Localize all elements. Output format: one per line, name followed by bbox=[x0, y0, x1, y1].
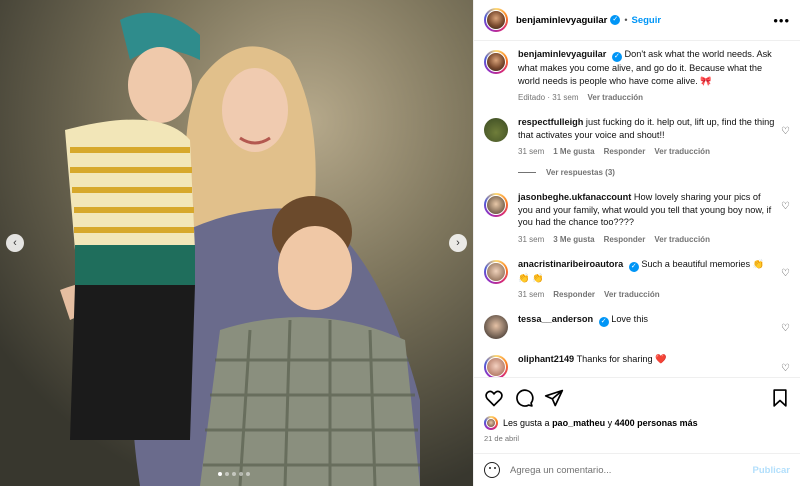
header-separator: • bbox=[624, 15, 628, 25]
comment-text: Thanks for sharing ❤️ bbox=[576, 354, 667, 364]
verified-icon: ✓ bbox=[598, 317, 609, 327]
photo-illustration bbox=[0, 0, 473, 486]
replies-line bbox=[518, 172, 536, 173]
carousel-dot bbox=[246, 472, 250, 476]
reply-button[interactable]: Responder bbox=[604, 147, 646, 156]
comment-item: respectfulleigh just fucking do it. help… bbox=[484, 116, 790, 156]
add-comment-bar: Publicar bbox=[474, 453, 800, 486]
likes-joiner: y bbox=[607, 418, 613, 428]
comment-item: jasonbeghe.ukfanaccount How lovely shari… bbox=[484, 191, 790, 244]
post-side-panel: benjaminlevyaguilar ✓ • Seguir ••• benja… bbox=[473, 0, 800, 486]
caption-text: benjaminlevyaguilar ✓ Don't ask what the… bbox=[518, 48, 776, 87]
comment-heart-icon[interactable]: ♡ bbox=[781, 323, 790, 334]
liker-avatar[interactable] bbox=[484, 416, 498, 430]
caption-username[interactable]: benjaminlevyaguilar bbox=[518, 49, 606, 59]
carousel-dot bbox=[239, 472, 243, 476]
translate-link[interactable]: Ver traducción bbox=[654, 235, 710, 244]
post-date: 21 de abril bbox=[484, 434, 520, 443]
comment-item: tessa__anderson ✓ Love this ♡ bbox=[484, 313, 790, 339]
comment-avatar[interactable] bbox=[484, 193, 508, 217]
reply-button[interactable]: Responder bbox=[553, 290, 595, 299]
comment-username[interactable]: jasonbeghe.ukfanaccount bbox=[518, 192, 631, 202]
likes-prefix: Les gusta a bbox=[503, 418, 550, 428]
follow-button[interactable]: Seguir bbox=[632, 15, 662, 26]
post-actions: Les gusta a pao_matheu y 4400 personas m… bbox=[474, 377, 800, 443]
verified-icon: ✓ bbox=[611, 52, 622, 62]
share-icon[interactable] bbox=[544, 388, 564, 408]
comment-username[interactable]: oliphant2149 bbox=[518, 354, 574, 364]
post-photo: ‹ › bbox=[0, 0, 473, 486]
comment-likes[interactable]: 3 Me gusta bbox=[553, 235, 594, 244]
comment-icon[interactable] bbox=[514, 388, 534, 408]
likes-text: Les gusta a pao_matheu y 4400 personas m… bbox=[503, 418, 698, 428]
author-username[interactable]: benjaminlevyaguilar bbox=[516, 15, 607, 26]
comment-avatar[interactable] bbox=[484, 259, 508, 284]
comment-avatar[interactable] bbox=[484, 118, 508, 142]
view-replies-button[interactable]: Ver respuestas (3) bbox=[518, 168, 790, 177]
emoji-icon[interactable] bbox=[484, 462, 500, 478]
translate-link[interactable]: Ver traducción bbox=[654, 147, 710, 156]
verified-icon: ✓ bbox=[628, 261, 639, 272]
caption-translate-link[interactable]: Ver traducción bbox=[587, 93, 643, 102]
liker-username[interactable]: pao_matheu bbox=[552, 418, 605, 428]
view-replies-label: Ver respuestas (3) bbox=[546, 168, 615, 177]
post-modal: ‹ › benjaminlevyaguilar ✓ • Seguir ••• b… bbox=[0, 0, 800, 486]
comment-input[interactable] bbox=[510, 464, 753, 476]
caption-meta: Editado · 31 sem Ver traducción bbox=[518, 93, 776, 102]
heart-icon[interactable] bbox=[484, 388, 504, 408]
carousel-prev-button[interactable]: ‹ bbox=[6, 234, 24, 252]
comment-username[interactable]: anacristinaribeiroautora bbox=[518, 259, 623, 269]
comment-text: Love this bbox=[611, 314, 648, 324]
comment-heart-icon[interactable]: ♡ bbox=[781, 126, 790, 137]
likes-summary: Les gusta a pao_matheu y 4400 personas m… bbox=[484, 416, 790, 430]
comment-likes[interactable]: 1 Me gusta bbox=[553, 147, 594, 156]
carousel-dots bbox=[218, 472, 250, 476]
comments-list[interactable]: benjaminlevyaguilar ✓ Don't ask what the… bbox=[474, 42, 800, 377]
comment-item: anacristinaribeiroautora ✓ Such a beauti… bbox=[484, 258, 790, 299]
carousel-dot bbox=[225, 472, 229, 476]
carousel-dot bbox=[218, 472, 222, 476]
action-icons bbox=[484, 388, 790, 408]
post-header: benjaminlevyaguilar ✓ • Seguir ••• bbox=[474, 0, 800, 41]
comment-heart-icon[interactable]: ♡ bbox=[781, 201, 790, 212]
caption-avatar[interactable] bbox=[484, 50, 508, 74]
carousel-next-button[interactable]: › bbox=[449, 234, 467, 252]
author-avatar[interactable] bbox=[484, 8, 508, 32]
reply-button[interactable]: Responder bbox=[604, 235, 646, 244]
publish-button[interactable]: Publicar bbox=[753, 465, 791, 476]
comment-username[interactable]: tessa__anderson bbox=[518, 314, 593, 324]
comment-avatar[interactable] bbox=[484, 355, 508, 377]
comment-avatar[interactable] bbox=[484, 315, 508, 339]
comment-time: 31 sem bbox=[518, 147, 545, 156]
verified-icon: ✓ bbox=[610, 15, 621, 25]
comment-heart-icon[interactable]: ♡ bbox=[781, 363, 790, 374]
caption: benjaminlevyaguilar ✓ Don't ask what the… bbox=[484, 48, 790, 102]
comment-time: 31 sem bbox=[518, 290, 545, 299]
more-icon[interactable]: ••• bbox=[773, 13, 790, 28]
comment-time: 31 sem bbox=[518, 234, 545, 244]
translate-link[interactable]: Ver traducción bbox=[604, 290, 660, 299]
comment-item: oliphant2149 Thanks for sharing ❤️ ♡ bbox=[484, 353, 790, 377]
caption-edited: Editado · 31 sem bbox=[518, 93, 579, 102]
bookmark-icon[interactable] bbox=[770, 388, 790, 408]
comment-username[interactable]: respectfulleigh bbox=[518, 117, 583, 127]
carousel-dot bbox=[232, 472, 236, 476]
likes-count[interactable]: 4400 personas más bbox=[615, 418, 698, 428]
comment-heart-icon[interactable]: ♡ bbox=[781, 268, 790, 279]
